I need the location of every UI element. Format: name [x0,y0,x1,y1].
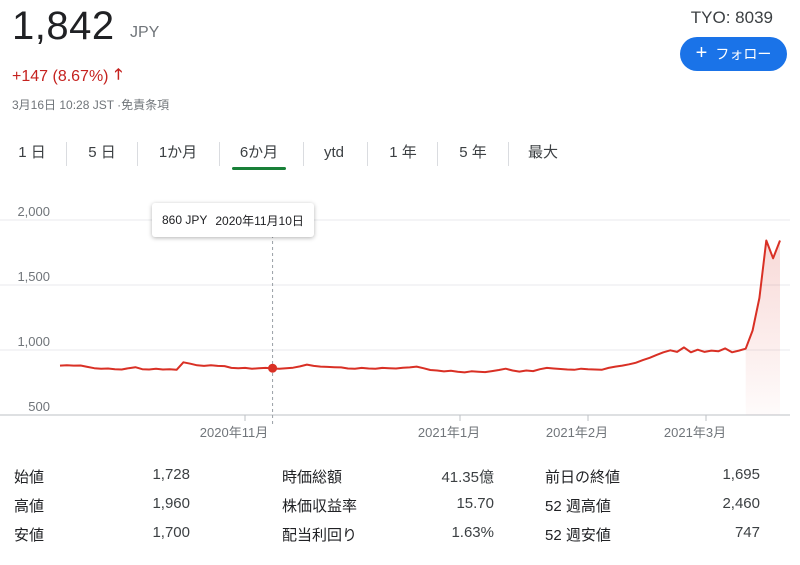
tab-max[interactable]: 最大 [524,140,562,170]
stat-label: 52 週安値 [545,527,611,544]
tab-1m[interactable]: 1か月 [154,140,202,170]
x-tick-label: 2020年11月 [200,425,268,440]
x-tick-label: 2021年1月 [418,425,480,440]
tab-separator [303,142,304,166]
chart-tooltip: 860 JPY 2020年11月10日 [152,203,314,237]
y-tick-label: 2,000 [17,204,50,219]
x-tick-label: 2021年3月 [664,425,726,440]
stat-label: 始値 [14,469,45,486]
stat-label: 配当利回り [282,527,358,544]
stat-label: 株価収益率 [282,498,358,515]
tab-5d[interactable]: 5 日 [84,140,120,170]
stat-value: 2,460 [722,495,760,512]
stat-value: 1,695 [722,466,760,483]
stat-label: 52 週高値 [545,498,611,515]
stat-row: 安値 1,700 配当利回り 1.63% 52 週安値 747 [0,520,800,548]
follow-label: フォロー [715,46,772,62]
stat-value: 41.35億 [441,469,494,486]
price-change: +147 (8.67%) 🡑 [12,64,122,89]
price-value: 1,842 [12,4,115,48]
stat-value: 1.63% [451,524,494,541]
timestamp: 3月16日 10:28 JST ·免責条項 [12,98,170,112]
tab-separator [508,142,509,166]
follow-button[interactable]: + フォロー [680,37,787,71]
stat-value: 747 [734,524,760,541]
stat-label: 高値 [14,498,45,515]
y-tick-label: 1,500 [17,269,50,284]
price-line [59,239,781,374]
tab-6m[interactable]: 6か月 [232,140,286,170]
stat-label: 時価総額 [282,469,343,486]
tab-1d[interactable]: 1 日 [14,140,50,170]
arrow-up-icon: 🡑 [114,66,123,83]
y-tick-label: 1,000 [17,334,50,349]
stat-label: 安値 [14,527,45,544]
tab-separator [437,142,438,166]
active-tab-underline [232,167,286,170]
stat-value: 15.70 [456,495,494,512]
hover-point [268,363,278,373]
tooltip-price: 860 JPY [162,213,208,227]
price-chart[interactable]: 2,000 1,500 1,000 500 2020年11月 2021年1月 2021年2… [0,190,800,450]
tab-separator [137,142,138,166]
tab-ytd[interactable]: ytd [318,140,350,170]
currency-label: JPY [130,24,160,41]
plus-icon: + [695,42,708,64]
ticker-symbol: TYO: 8039 [690,8,773,27]
stat-value: 1,960 [152,495,190,512]
stat-value: 1,728 [152,466,190,483]
tab-separator [367,142,368,166]
tab-separator [66,142,67,166]
tab-5y[interactable]: 5 年 [454,140,492,170]
change-text: +147 (8.67%) [12,67,109,85]
stat-value: 1,700 [152,524,190,541]
stat-row: 始値 1,728 時価総額 41.35億 前日の終値 1,695 [0,462,800,490]
range-tabs: 1 日 5 日 1か月 6か月 ytd 1 年 5 年 最大 [0,140,800,170]
tab-separator [219,142,220,166]
tooltip-date: 2020年11月10日 [215,213,304,228]
x-tick-label: 2021年2月 [546,425,608,440]
stat-row: 高値 1,960 株価収益率 15.70 52 週高値 2,460 [0,491,800,519]
stat-label: 前日の終値 [545,469,621,486]
tab-1y[interactable]: 1 年 [384,140,422,170]
y-tick-label: 500 [28,399,50,414]
